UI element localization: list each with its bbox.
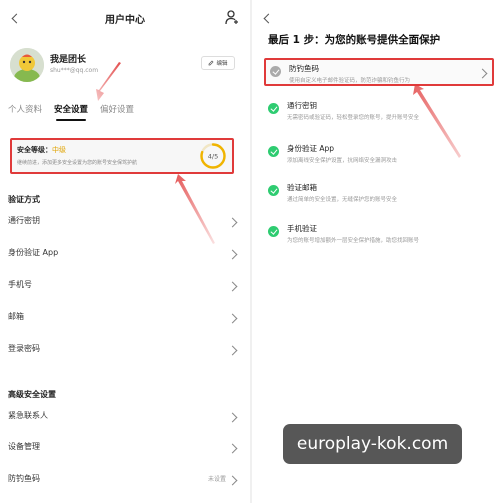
chevron-right-icon [227,345,238,356]
verify-section-title: 验证方式 [8,195,40,204]
security-level-description: 继续前进，添加更多安全设置为您的账号安全保驾护航 [17,160,138,166]
security-score: 4/5 [208,153,218,161]
check-circle-icon [268,103,279,114]
user-settings-icon[interactable] [225,9,239,25]
step-passkey[interactable]: 通行密钥 无需密码或验证码，轻松登录您的账号，提升账号安全 [264,97,494,125]
chevron-right-icon [227,443,238,454]
anti-phishing-status: 未设置 [207,476,226,483]
advanced-item-device-management[interactable]: 设备管理 [8,441,240,457]
edit-profile-button[interactable]: 编辑 [201,56,235,70]
settings-tabs: 个人资料 安全设置 偏好设置 [8,103,134,121]
verify-item-authenticator[interactable]: 身份验证 App [8,247,240,263]
back-icon[interactable] [263,13,274,24]
user-name: 我是团长 [50,55,87,65]
chevron-right-icon [477,68,488,79]
chevron-right-icon [227,475,238,486]
tab-profile[interactable]: 个人资料 [8,103,42,121]
chevron-right-icon [227,313,238,324]
check-circle-icon [268,185,279,196]
user-center-panel: 用户中心 我是团长 shu***@qq.com 编辑 个人资料 安全设置 偏好设… [0,0,250,503]
verify-item-email[interactable]: 邮箱 [8,311,240,327]
check-circle-icon [268,146,279,157]
advanced-section-title: 高级安全设置 [8,390,56,399]
watermark: europlay-kok.com [283,424,462,464]
user-email: shu***@qq.com [50,67,99,74]
step-verify-phone[interactable]: 手机验证 为您的账号增加额外一层安全保护措施，助您找回账号 [264,220,494,248]
avatar [10,48,44,82]
steps-heading: 最后 1 步：为您的账号提供全面保护 [268,34,441,46]
chevron-right-icon [227,281,238,292]
security-level-prefix: 安全等级： [17,146,52,154]
pencil-icon [209,60,214,66]
chevron-right-icon [227,249,238,260]
check-circle-icon [268,226,279,237]
security-score-ring: 4/5 [200,143,226,169]
tab-security[interactable]: 安全设置 [54,103,88,121]
verify-item-passkey[interactable]: 通行密钥 [8,215,240,231]
page-title: 用户中心 [105,15,145,26]
security-level-value: 中级 [52,146,66,154]
step-authenticator[interactable]: 身份验证 App 添加离线安全保护设置，抗网络安全漏洞攻击 [264,140,494,168]
verify-item-login-password[interactable]: 登录密码 [8,343,240,359]
verify-item-phone[interactable]: 手机号 [8,279,240,295]
advanced-item-emergency-contact[interactable]: 紧急联系人 [8,410,240,426]
chevron-right-icon [227,217,238,228]
tab-preferences[interactable]: 偏好设置 [100,103,134,121]
pending-check-icon [270,66,281,77]
edit-label: 编辑 [216,61,228,67]
step-anti-phishing[interactable]: 防钓鱼码 使用自定义电子邮件验证码，防范诈骗和钓鱼行为 [264,58,494,86]
step-verify-email[interactable]: 验证邮箱 通过简单的安全设置，无缝保护您的账号安全 [264,179,494,207]
chevron-right-icon [227,412,238,423]
security-level-card[interactable]: 安全等级：中级 继续前进，添加更多安全设置为您的账号安全保驾护航 4/5 [10,138,234,174]
advanced-item-anti-phishing[interactable]: 防钓鱼码 未设置 [8,473,240,489]
